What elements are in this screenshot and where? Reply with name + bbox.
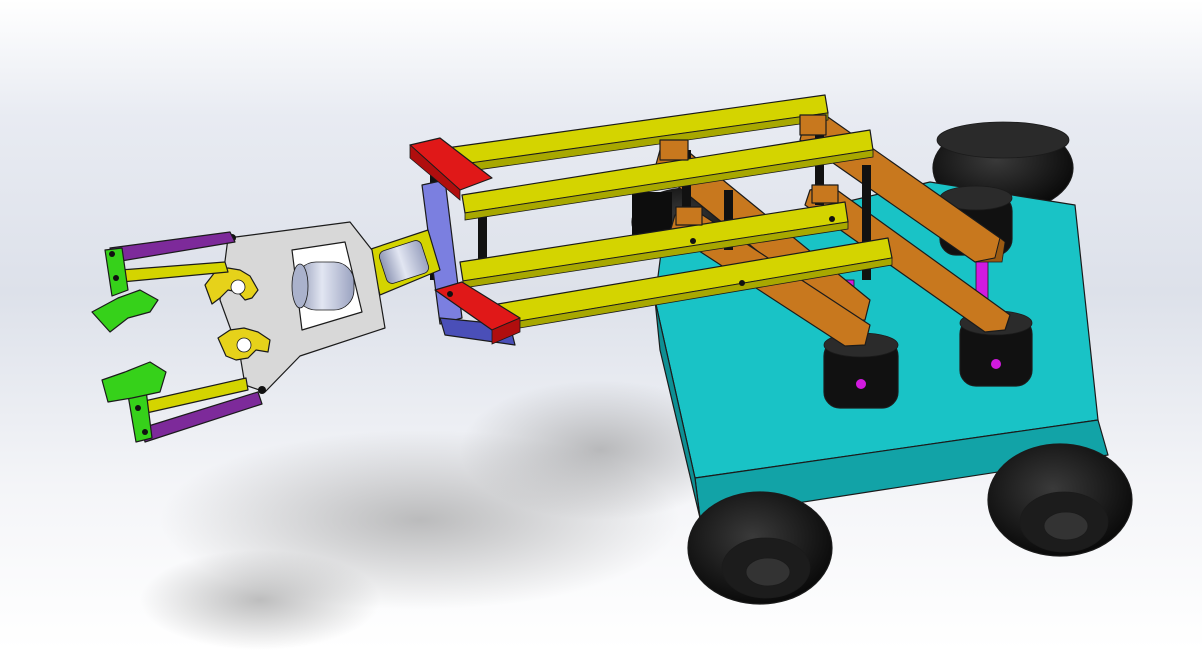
front-left-wheel — [687, 491, 833, 605]
cad-viewport[interactable] — [0, 0, 1202, 650]
front-right-wheel — [987, 443, 1133, 557]
robot-arm-car-render — [0, 0, 1202, 650]
